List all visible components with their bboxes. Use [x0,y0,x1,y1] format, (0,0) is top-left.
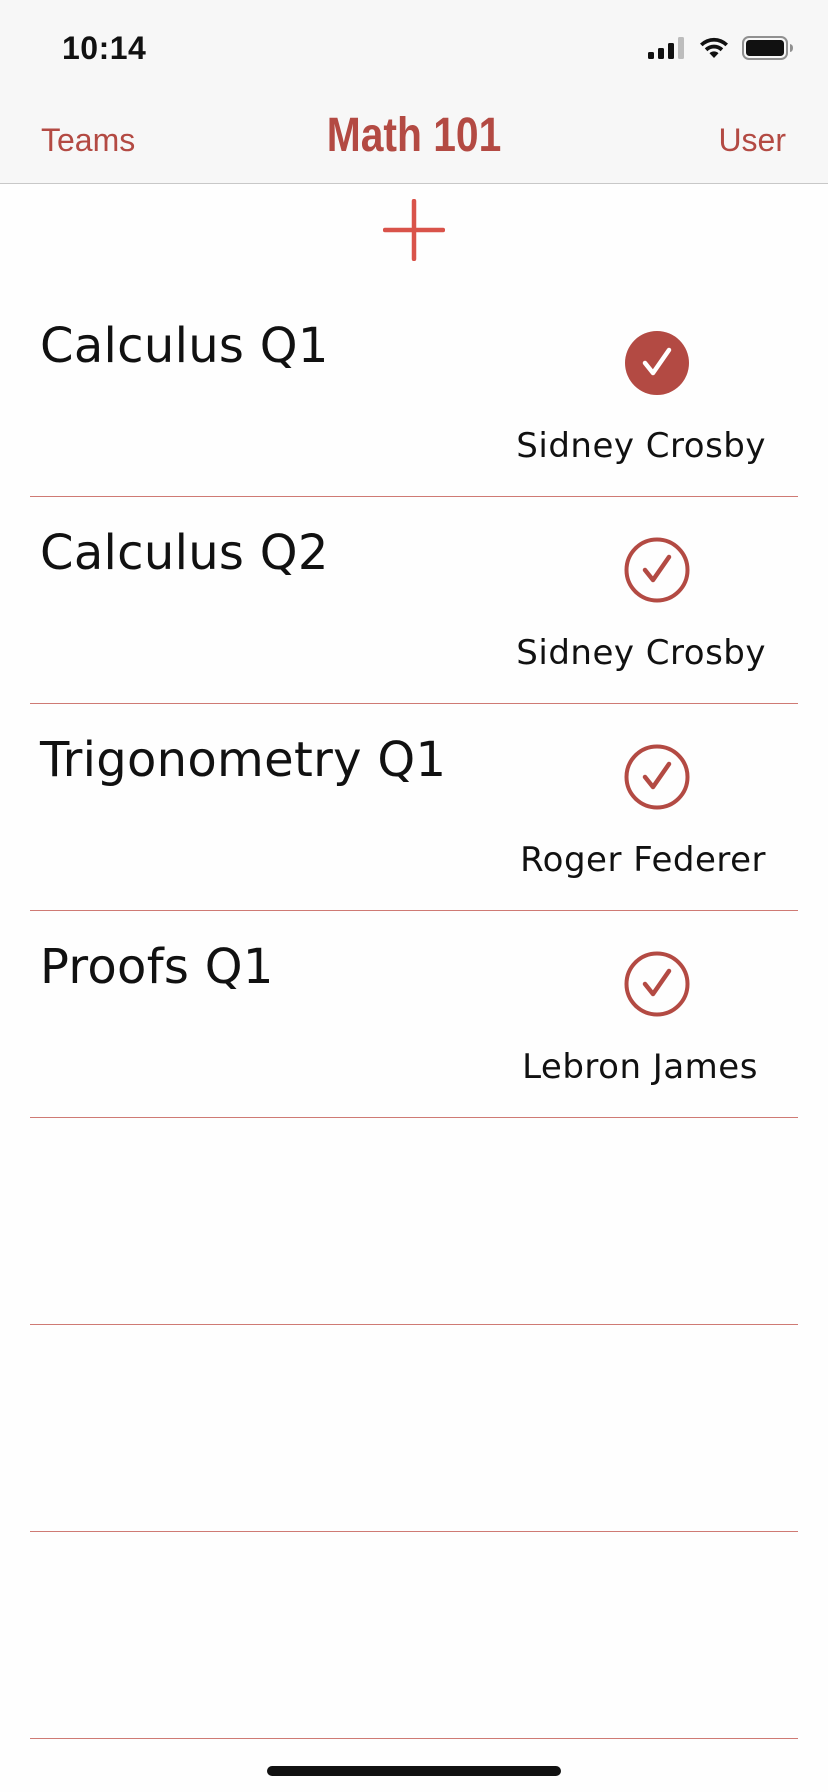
page-title: Math 101 [326,109,502,162]
assignment-list: Calculus Q1 Sidney Crosby Calculus Q2 Si… [0,290,828,1739]
screen: 10:14 Teams Math 101 User Calculus Q1 Si… [0,0,828,1792]
wifi-icon [700,37,728,58]
item-assignee: Roger Federer [520,840,766,880]
list-item[interactable]: Trigonometry Q1 Roger Federer [0,704,828,911]
list-item-empty [0,1118,828,1325]
add-button[interactable] [383,199,445,261]
list-item-empty [0,1325,828,1532]
item-title: Calculus Q2 [40,525,329,581]
list-item-empty [0,1532,828,1739]
item-assignee: Sidney Crosby [516,633,766,673]
checkmark-outline-icon[interactable] [624,537,690,603]
list-item[interactable]: Proofs Q1 Lebron James [0,911,828,1118]
status-time: 10:14 [62,30,147,66]
list-item[interactable]: Calculus Q2 Sidney Crosby [0,497,828,704]
status-icons [648,36,794,60]
item-title: Calculus Q1 [40,318,329,374]
item-title: Trigonometry Q1 [40,732,447,788]
item-assignee: Lebron James [522,1047,758,1087]
checkmark-filled-icon[interactable] [624,330,690,396]
battery-icon [742,36,793,60]
checkmark-outline-icon[interactable] [624,951,690,1017]
status-bar: 10:14 [0,0,828,96]
row-divider [30,1738,798,1739]
list-item[interactable]: Calculus Q1 Sidney Crosby [0,290,828,497]
cellular-signal-icon [648,37,684,59]
navigation-bar: Teams Math 101 User [0,96,828,184]
checkmark-outline-icon[interactable] [624,744,690,810]
user-button[interactable]: User [718,122,786,159]
item-assignee: Sidney Crosby [516,426,766,466]
home-indicator[interactable] [267,1766,561,1776]
item-title: Proofs Q1 [40,939,274,995]
